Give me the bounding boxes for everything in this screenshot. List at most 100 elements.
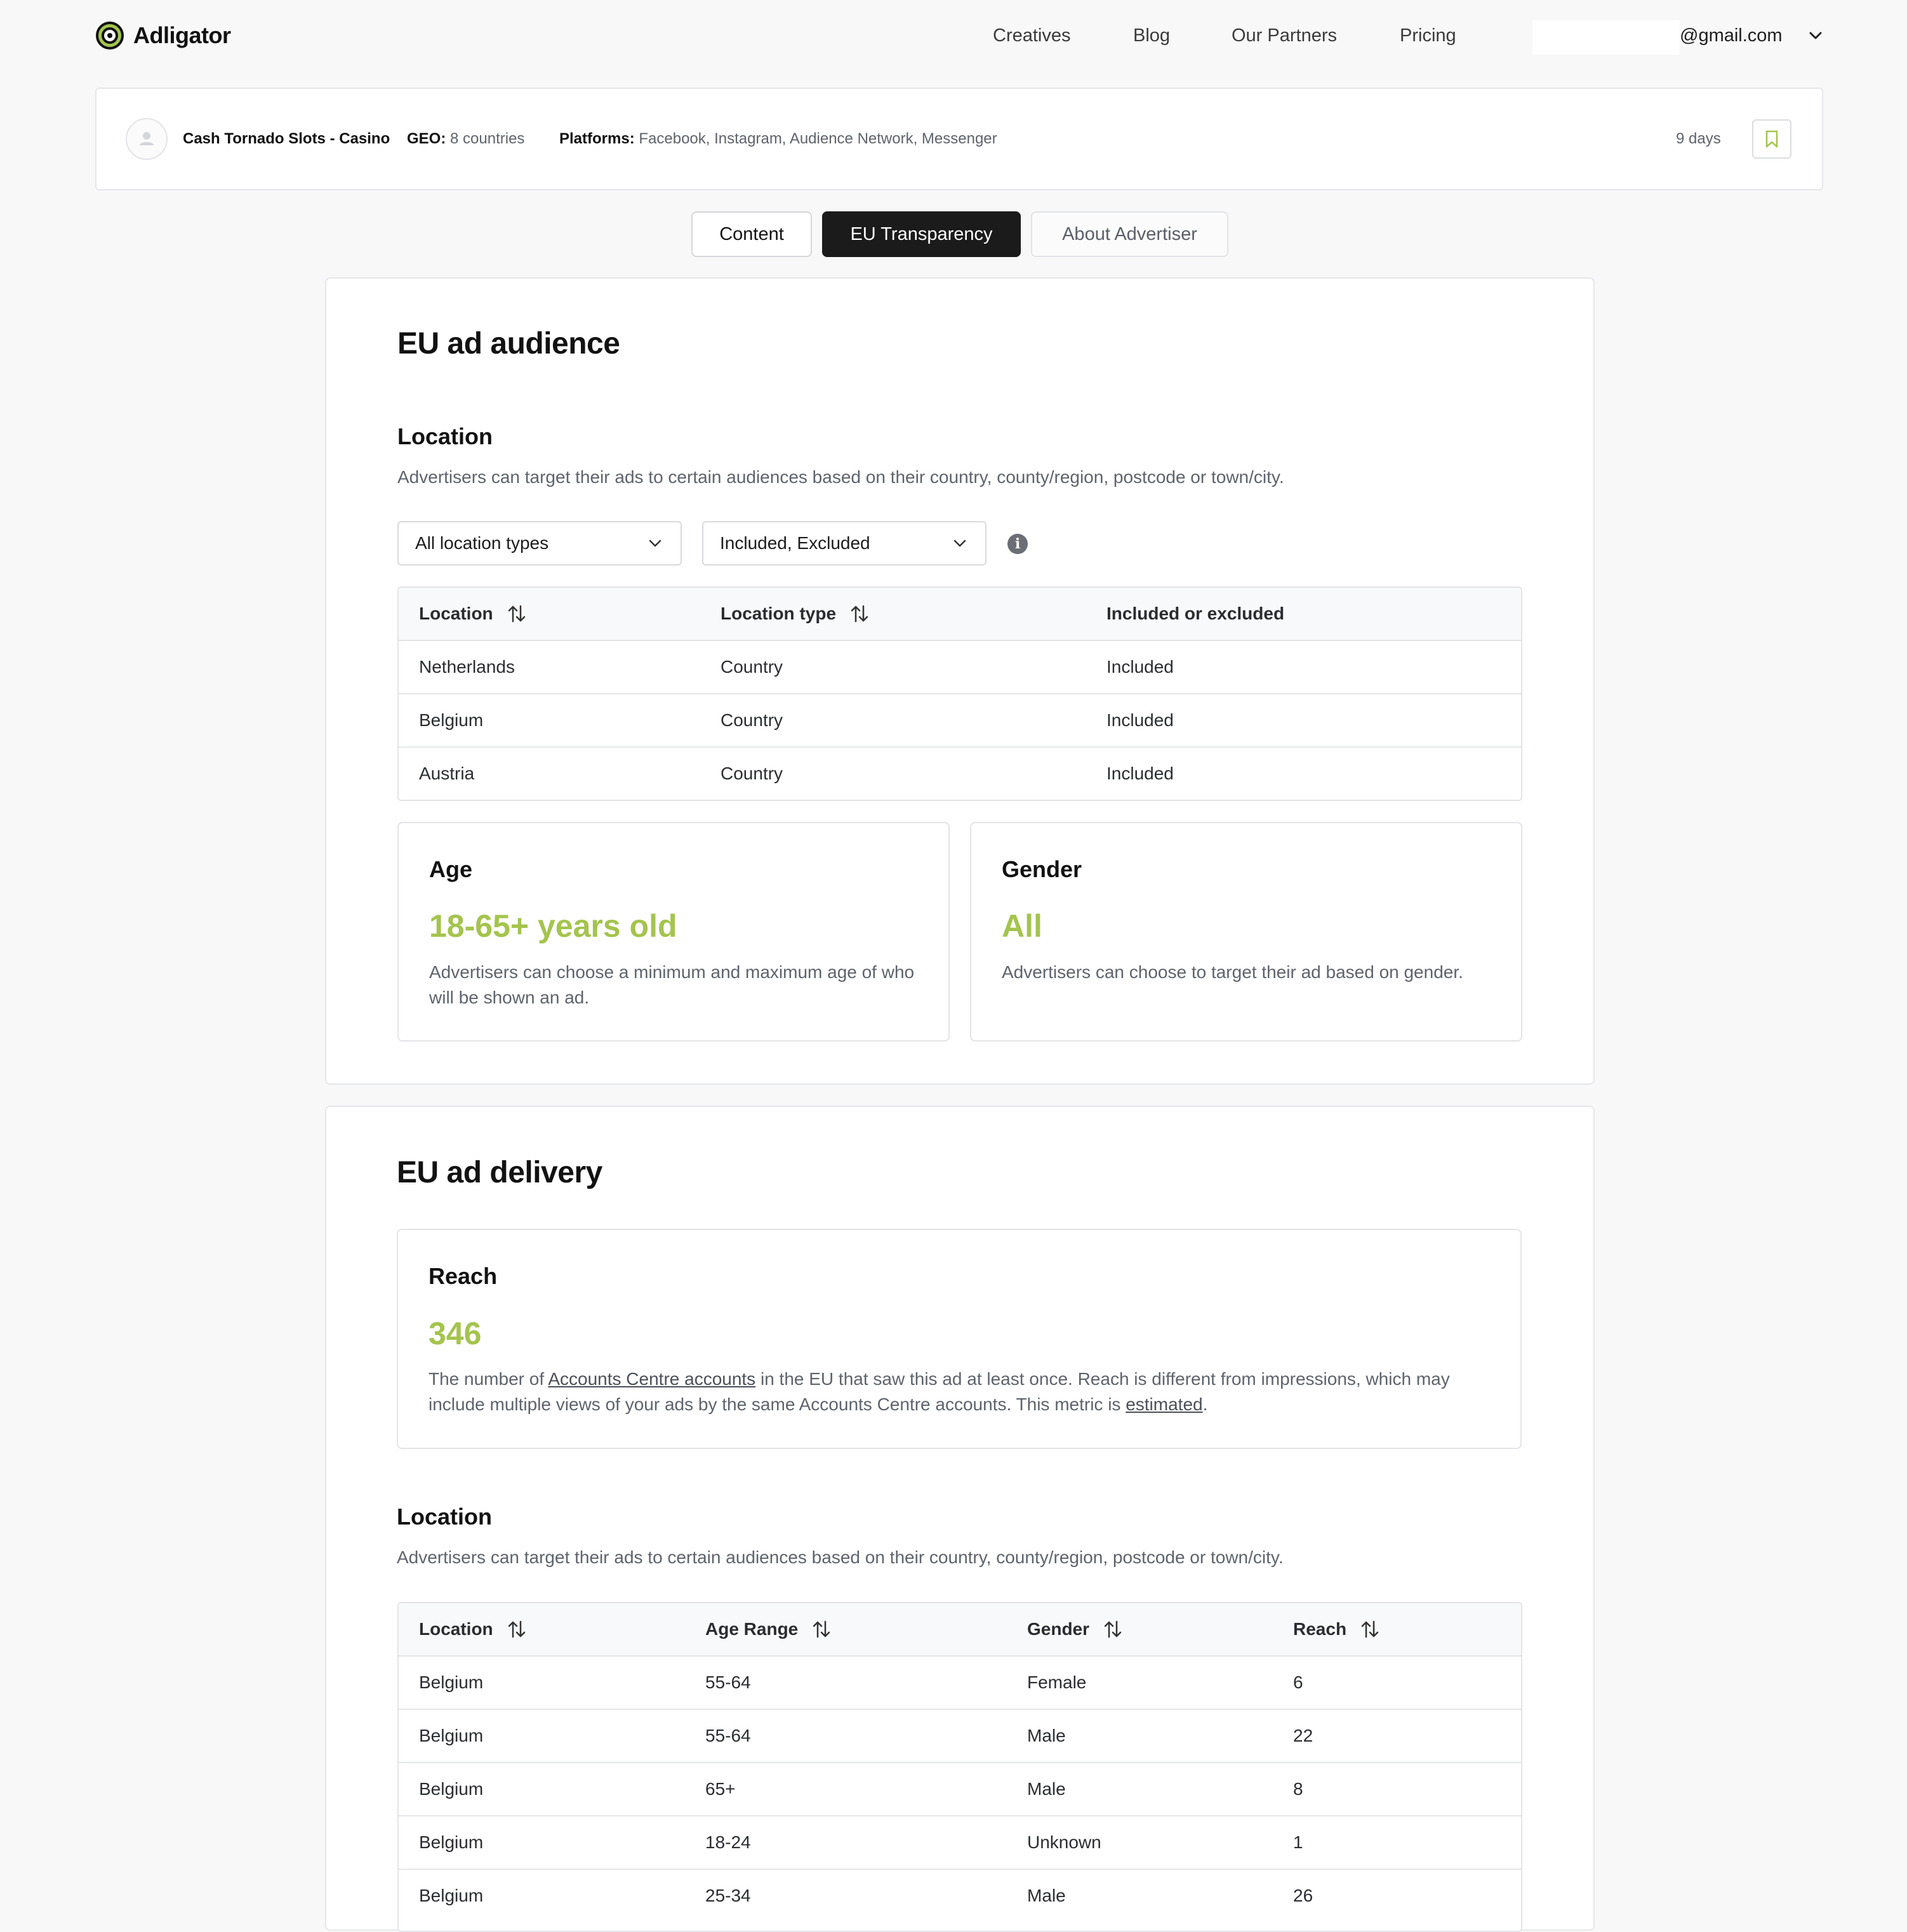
cell-reach: 6 xyxy=(1293,1672,1303,1692)
delivery-title: EU ad delivery xyxy=(397,1156,602,1189)
tab-eu-transparency[interactable]: EU Transparency xyxy=(822,211,1021,257)
cell-location: Austria xyxy=(419,764,475,783)
cell-age-range: 55-64 xyxy=(705,1726,751,1745)
column-header-location[interactable]: Location xyxy=(419,1603,526,1655)
inclusion-value: Included, Excluded xyxy=(720,533,870,553)
bookmark-button[interactable] xyxy=(1752,119,1791,159)
user-icon xyxy=(140,132,154,145)
cell-location: Belgium xyxy=(419,1779,484,1799)
gender-value: All xyxy=(1002,908,1042,944)
info-icon[interactable]: i xyxy=(1007,534,1028,554)
avatar xyxy=(126,118,168,160)
nav-blog[interactable]: Blog xyxy=(1133,22,1170,50)
column-header-location[interactable]: Location xyxy=(419,588,526,640)
geo-value: 8 countries xyxy=(450,130,525,147)
sort-icon xyxy=(1361,1620,1379,1638)
reach-desc: The number of Accounts Centre accounts i… xyxy=(429,1369,1450,1414)
cell-gender: Unknown xyxy=(1027,1832,1101,1852)
column-header-location-type[interactable]: Location type xyxy=(721,588,869,640)
sort-icon xyxy=(851,605,868,623)
ad-platforms: Platforms: Facebook, Instagram, Audience… xyxy=(559,126,997,152)
tab-content[interactable]: Content xyxy=(691,211,812,257)
cell-age-range: 55-64 xyxy=(705,1672,751,1692)
column-header-gender[interactable]: Gender xyxy=(1027,1603,1122,1655)
audience-title: EU ad audience xyxy=(397,327,620,361)
table-row: Belgium 55-64 Female 6 xyxy=(399,1657,1521,1710)
gender-desc: Advertisers can choose to target their a… xyxy=(1002,962,1463,982)
delivery-location-table: Location Age Range Gender Reach Belgium … xyxy=(397,1602,1522,1932)
reach-title: Reach xyxy=(429,1263,498,1289)
sort-icon xyxy=(1104,1620,1122,1638)
cell-gender: Male xyxy=(1027,1726,1066,1745)
nav-creatives[interactable]: Creatives xyxy=(993,22,1071,50)
age-value: 18-65+ years old xyxy=(429,908,677,944)
cell-location: Belgium xyxy=(419,1672,484,1692)
ad-geo: GEO: 8 countries xyxy=(407,126,524,152)
cell-location: Belgium xyxy=(419,1886,484,1905)
table-row: Belgium 25-34 Male 26 xyxy=(399,1870,1521,1923)
audience-location-desc: Advertisers can target their ads to cert… xyxy=(397,467,1284,487)
estimated-link[interactable]: estimated xyxy=(1126,1394,1202,1414)
table-row: Belgium 65+ Male 8 xyxy=(399,1763,1521,1816)
cell-gender: Male xyxy=(1027,1779,1066,1799)
cell-reach: 22 xyxy=(1293,1726,1313,1745)
cell-location: Belgium xyxy=(419,1726,484,1745)
age-title: Age xyxy=(429,856,473,882)
gender-card xyxy=(970,822,1522,1042)
nav-pricing[interactable]: Pricing xyxy=(1400,22,1456,50)
table-row: Belgium 18-24 Unknown 1 xyxy=(399,1816,1521,1870)
cell-age-range: 65+ xyxy=(705,1779,736,1799)
table-row: Belgium 55-64 Male 22 xyxy=(399,1710,1521,1763)
ad-duration: 9 days xyxy=(1676,130,1721,147)
cell-reach: 1 xyxy=(1293,1832,1303,1852)
platforms-label: Platforms: xyxy=(559,130,635,147)
chevron-down-icon xyxy=(649,539,661,547)
cell-location: Belgium xyxy=(419,710,484,730)
audience-location-title: Location xyxy=(397,423,493,449)
cell-included: Included xyxy=(1106,657,1174,677)
sort-icon xyxy=(813,1620,830,1638)
location-type-value: All location types xyxy=(415,533,549,553)
brand-name: Adligator xyxy=(133,22,231,48)
delivery-location-desc: Advertisers can target their ads to cert… xyxy=(397,1547,1284,1567)
cell-gender: Female xyxy=(1027,1672,1087,1692)
tab-about-advertiser[interactable]: About Advertiser xyxy=(1031,211,1228,257)
cell-location: Netherlands xyxy=(419,657,515,677)
bookmark-icon xyxy=(1765,130,1778,148)
audience-location-table: Location Location type Included or exclu… xyxy=(397,586,1522,801)
column-header-included: Included or excluded xyxy=(1106,604,1285,623)
table-header: Location Age Range Gender Reach xyxy=(399,1603,1521,1657)
geo-label: GEO: xyxy=(407,130,446,147)
cell-location-type: Country xyxy=(721,657,783,677)
inclusion-dropdown[interactable]: Included, Excluded xyxy=(702,521,987,566)
brand-logo[interactable]: Adligator xyxy=(95,20,231,51)
gender-title: Gender xyxy=(1002,856,1082,882)
cell-reach: 8 xyxy=(1293,1779,1303,1799)
cell-age-range: 25-34 xyxy=(705,1886,751,1905)
sort-icon xyxy=(508,605,525,623)
chevron-down-icon xyxy=(954,539,966,547)
table-row: Netherlands Country Included xyxy=(399,641,1521,694)
platforms-value: Facebook, Instagram, Audience Network, M… xyxy=(639,130,997,147)
cell-included: Included xyxy=(1106,764,1174,783)
cell-age-range: 18-24 xyxy=(705,1832,751,1852)
delivery-location-title: Location xyxy=(397,1504,492,1530)
column-header-age-range[interactable]: Age Range xyxy=(705,1603,831,1655)
column-header-reach[interactable]: Reach xyxy=(1293,1603,1379,1655)
cell-location: Belgium xyxy=(419,1832,484,1852)
cell-gender: Male xyxy=(1027,1886,1066,1905)
location-type-dropdown[interactable]: All location types xyxy=(397,521,682,566)
sort-icon xyxy=(508,1620,525,1638)
account-email[interactable]: @gmail.com xyxy=(1680,22,1783,50)
email-redaction xyxy=(1532,20,1680,55)
ad-title: Cash Tornado Slots - Casino xyxy=(183,130,390,147)
cell-location-type: Country xyxy=(721,764,783,783)
reach-value: 346 xyxy=(429,1316,482,1351)
table-row: Belgium Country Included xyxy=(399,694,1521,748)
nav-our-partners[interactable]: Our Partners xyxy=(1232,22,1337,50)
age-desc: Advertisers can choose a minimum and max… xyxy=(429,962,915,1007)
accounts-centre-link[interactable]: Accounts Centre accounts xyxy=(548,1369,755,1389)
cell-included: Included xyxy=(1106,710,1174,730)
cell-reach: 26 xyxy=(1293,1886,1313,1905)
chevron-down-icon[interactable] xyxy=(1807,27,1824,44)
